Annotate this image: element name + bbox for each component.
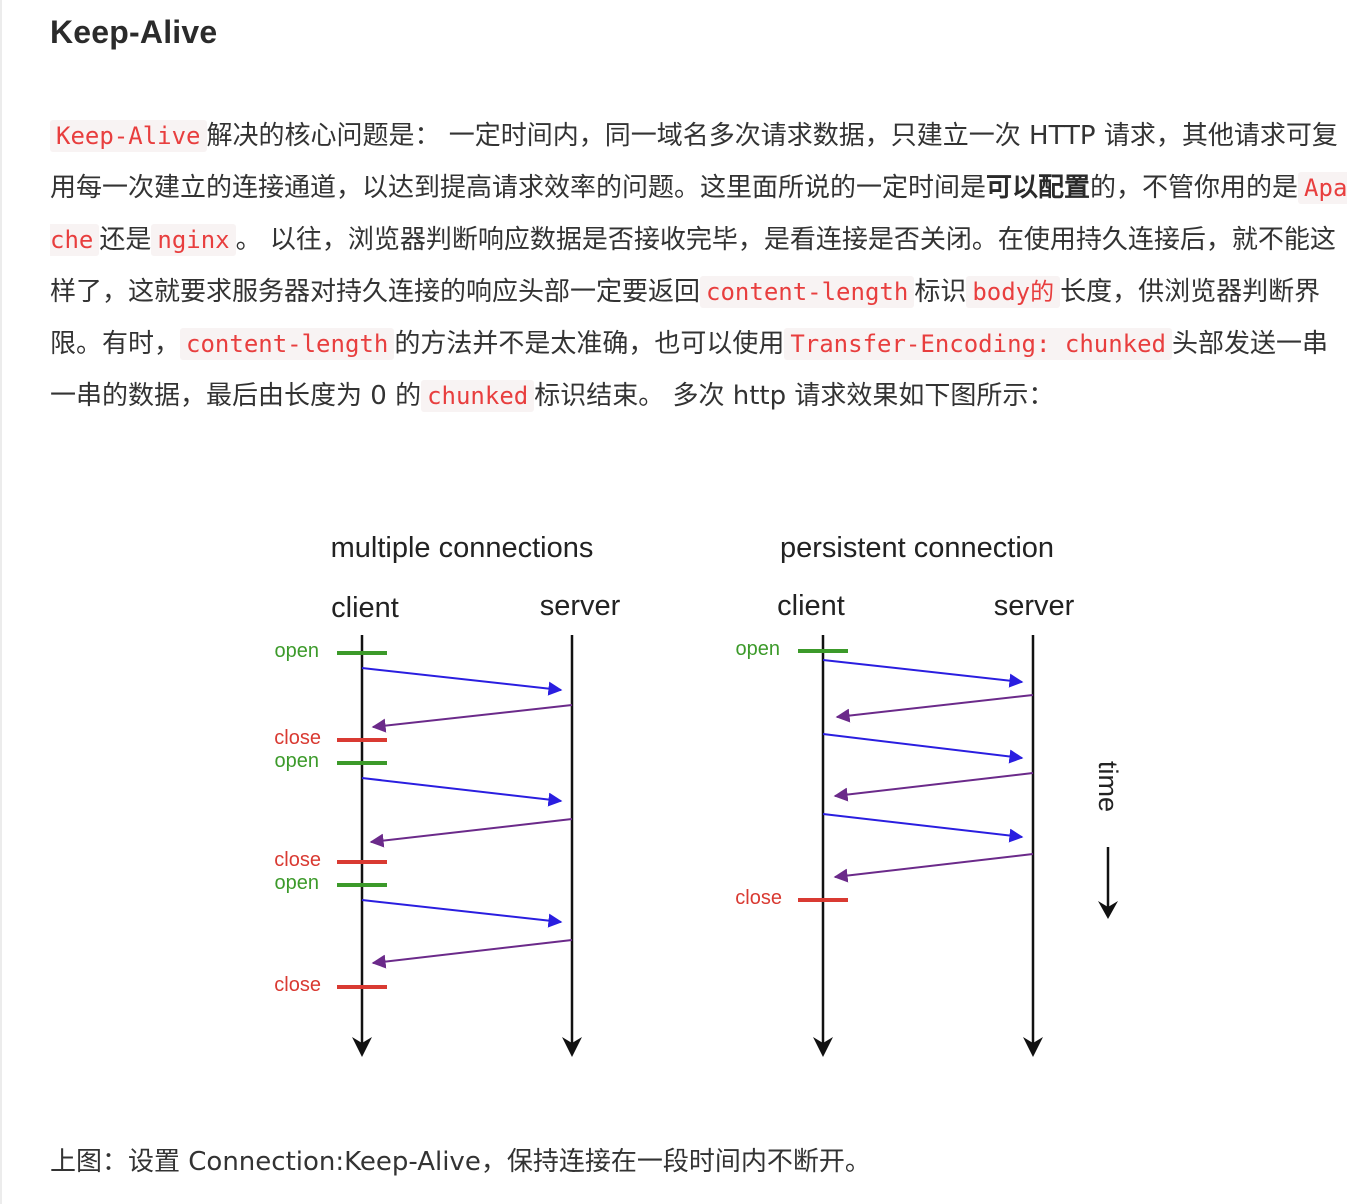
close-label: close	[735, 887, 782, 909]
request-arrow	[361, 667, 563, 696]
inline-code-body: body的	[966, 276, 1061, 308]
server-label: server	[540, 590, 621, 622]
multiple-connections-title: multiple connections	[331, 532, 594, 564]
inline-code-chunked: chunked	[421, 380, 535, 412]
right-server-timeline	[1023, 635, 1043, 1057]
body-paragraph: Keep-Alive 解决的核心问题是： 一定时间内，同一域名多次请求数据，只建立…	[50, 110, 1354, 422]
response-arrow	[371, 704, 573, 733]
open-label: open	[275, 872, 320, 894]
section-heading: Keep-Alive	[50, 14, 218, 50]
left-client-timeline	[352, 635, 372, 1057]
inline-code-content-length: content-length	[180, 328, 395, 360]
close-label: close	[274, 727, 321, 749]
left-server-timeline	[562, 635, 582, 1057]
response-arrow	[833, 772, 1034, 802]
left-border	[0, 0, 2, 1204]
diagram-svg: multiple connections persistent connecti…	[274, 532, 1123, 1057]
inline-code-nginx: nginx	[151, 224, 236, 256]
open-label: open	[736, 638, 781, 660]
client-label: client	[777, 590, 845, 622]
inline-code-keepalive: Keep-Alive	[50, 120, 207, 152]
response-arrow	[369, 818, 573, 848]
figure-caption: 上图：设置 Connection:Keep-Alive，保持连接在一段时间内不断…	[50, 1147, 871, 1177]
paragraph-text: 标识	[914, 277, 967, 307]
inline-code-transfer-encoding: Transfer-Encoding: chunked	[784, 328, 1173, 360]
paragraph-text: 标识结束。 多次 http 请求效果如下图所示：	[534, 381, 1055, 411]
connection-diagram: multiple connections persistent connecti…	[255, 515, 1135, 1075]
paragraph-text: 的方法并不是太准确，也可以使用	[394, 329, 785, 359]
time-label: time	[1093, 761, 1123, 812]
inline-code-content-length: content-length	[700, 276, 915, 308]
bold-text: 可以配置	[986, 173, 1091, 203]
response-arrow	[371, 939, 573, 969]
request-arrow	[822, 813, 1024, 843]
right-client-timeline	[813, 635, 833, 1057]
request-arrow	[822, 659, 1024, 688]
open-label: open	[275, 750, 320, 772]
close-label: close	[274, 974, 321, 996]
response-arrow	[833, 853, 1034, 883]
request-arrow	[822, 733, 1024, 764]
response-arrow	[835, 694, 1034, 723]
paragraph-text: 的，不管你用的是	[1090, 173, 1299, 203]
paragraph-text: 还是	[99, 225, 152, 255]
request-arrow	[361, 777, 563, 807]
close-label: close	[274, 849, 321, 871]
request-arrow	[361, 899, 563, 928]
server-label: server	[994, 590, 1075, 622]
persistent-connection-title: persistent connection	[780, 532, 1054, 564]
time-arrow	[1098, 847, 1118, 919]
client-label: client	[331, 592, 399, 624]
open-label: open	[275, 640, 320, 662]
